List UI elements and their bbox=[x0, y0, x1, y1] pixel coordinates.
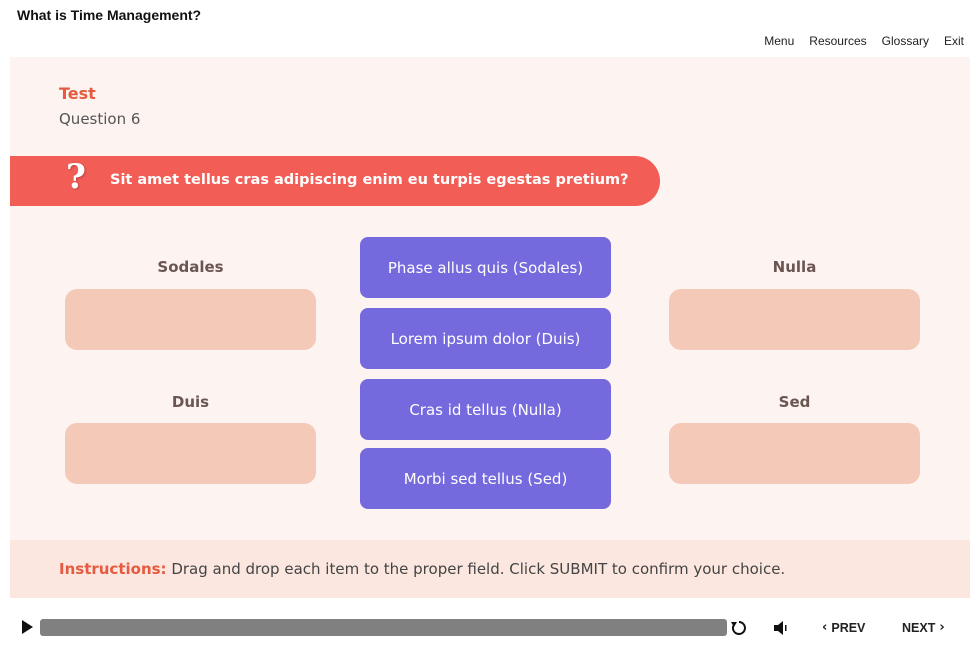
nav-menu-link[interactable]: Menu bbox=[764, 34, 794, 48]
drag-item-2[interactable]: Lorem ipsum dolor (Duis) bbox=[360, 308, 611, 369]
chevron-left-icon: ‹ bbox=[822, 620, 828, 635]
question-number: Question 6 bbox=[59, 110, 141, 128]
nav-resources-link[interactable]: Resources bbox=[809, 34, 866, 48]
drop-zone-sodales[interactable] bbox=[65, 289, 316, 350]
drop-zone-label-sodales: Sodales bbox=[157, 258, 224, 276]
prev-button[interactable]: ‹ PREV bbox=[822, 620, 865, 635]
question-text: Sit amet tellus cras adipiscing enim eu … bbox=[110, 172, 629, 188]
instructions-label: Instructions: bbox=[59, 560, 167, 578]
instructions-text: Drag and drop each item to the proper fi… bbox=[166, 560, 786, 578]
next-button[interactable]: NEXT › bbox=[902, 620, 945, 635]
course-title: What is Time Management? bbox=[17, 7, 202, 23]
question-mark-icon: ? bbox=[66, 157, 86, 197]
drag-item-1[interactable]: Phase allus quis (Sodales) bbox=[360, 237, 611, 298]
drop-zone-nulla[interactable] bbox=[669, 289, 920, 350]
chevron-right-icon: › bbox=[939, 620, 945, 635]
progress-bar[interactable] bbox=[40, 619, 727, 636]
replay-icon[interactable] bbox=[730, 619, 748, 637]
drop-zone-label-duis: Duis bbox=[171, 393, 210, 411]
top-nav: Menu Resources Glossary Exit bbox=[764, 34, 964, 48]
prev-label: PREV bbox=[831, 620, 866, 635]
instructions: Instructions: Drag and drop each item to… bbox=[59, 560, 785, 578]
section-label: Test bbox=[59, 84, 96, 103]
drop-zone-duis[interactable] bbox=[65, 423, 316, 484]
drop-zone-label-nulla: Nulla bbox=[772, 258, 817, 276]
volume-icon[interactable] bbox=[773, 620, 789, 636]
next-label: NEXT bbox=[902, 620, 936, 635]
drag-item-4[interactable]: Morbi sed tellus (Sed) bbox=[360, 448, 611, 509]
drop-zone-sed[interactable] bbox=[669, 423, 920, 484]
play-icon[interactable] bbox=[22, 620, 33, 634]
nav-exit-link[interactable]: Exit bbox=[944, 34, 964, 48]
drag-item-3[interactable]: Cras id tellus (Nulla) bbox=[360, 379, 611, 440]
nav-glossary-link[interactable]: Glossary bbox=[882, 34, 929, 48]
drop-zone-label-sed: Sed bbox=[778, 393, 811, 411]
